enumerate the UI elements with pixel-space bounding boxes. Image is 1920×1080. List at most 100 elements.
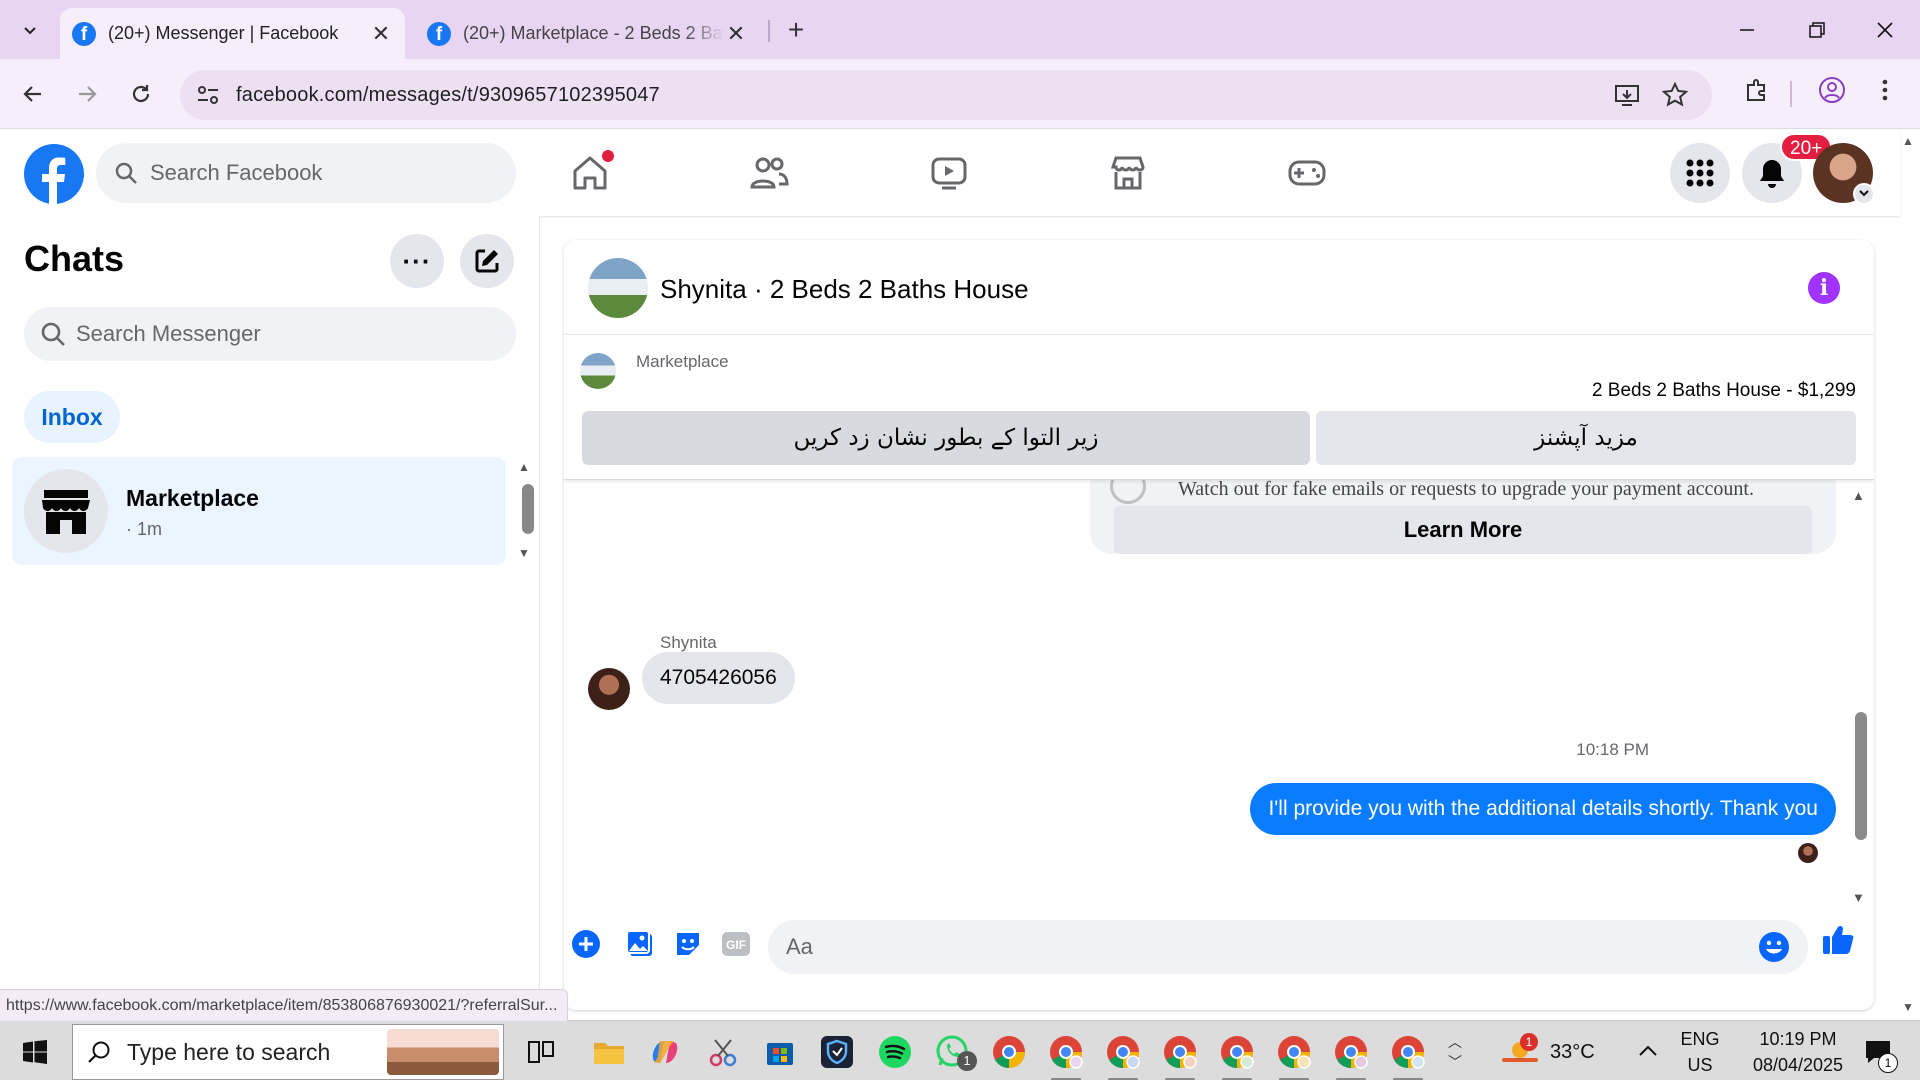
- copilot-icon[interactable]: [642, 1029, 688, 1075]
- search-highlight-image: [387, 1029, 499, 1075]
- chrome-profile-icon[interactable]: [1100, 1029, 1146, 1080]
- page-scroll-up-arrow-icon[interactable]: ▲: [1902, 134, 1914, 148]
- more-options-button[interactable]: مزید آپشنز: [1316, 411, 1856, 465]
- install-app-icon[interactable]: [1612, 80, 1642, 110]
- chrome-profile-icon[interactable]: [1214, 1029, 1260, 1080]
- taskbar-overflow-arrows[interactable]: ︿ ﹀: [1442, 1027, 1468, 1077]
- friends-icon[interactable]: [744, 148, 794, 198]
- task-view-icon[interactable]: [518, 1029, 564, 1075]
- chrome-icon[interactable]: [986, 1029, 1032, 1075]
- marketplace-label: Marketplace: [636, 352, 729, 371]
- message-input-placeholder: Aa: [786, 934, 813, 959]
- scroll-up-arrow-icon[interactable]: ▲: [1852, 488, 1865, 503]
- learn-more-button[interactable]: Learn More: [1114, 506, 1812, 554]
- chevron-down-icon[interactable]: [1853, 183, 1875, 205]
- mark-pending-button[interactable]: زیر التوا کے بطور نشان زد کریں: [582, 411, 1310, 465]
- minimize-icon[interactable]: [1724, 8, 1770, 52]
- info-icon[interactable]: i: [1808, 272, 1840, 304]
- close-window-icon[interactable]: [1862, 8, 1908, 52]
- show-hidden-icons-chevron-icon[interactable]: [1634, 1037, 1662, 1065]
- new-tab-plus-icon[interactable]: +: [780, 12, 812, 48]
- address-bar[interactable]: facebook.com/messages/t/9309657102395047: [180, 70, 1712, 120]
- reload-icon[interactable]: [120, 73, 162, 115]
- listing-thumbnail[interactable]: [580, 353, 616, 389]
- plus-circle-icon[interactable]: [568, 926, 604, 962]
- chrome-profile-icon[interactable]: [1385, 1029, 1431, 1080]
- scroll-up-arrow-icon[interactable]: ▲: [518, 460, 530, 474]
- chrome-profile-icon[interactable]: [1157, 1029, 1203, 1080]
- emoji-icon[interactable]: [1758, 931, 1790, 963]
- tab-search-chevron-icon[interactable]: [10, 12, 50, 48]
- windows-start-icon[interactable]: [14, 1033, 56, 1071]
- chrome-profile-icon[interactable]: [1328, 1029, 1374, 1080]
- forward-arrow-icon[interactable]: [66, 73, 108, 115]
- shield-icon: [1110, 480, 1146, 504]
- gif-icon[interactable]: GIF: [718, 926, 754, 962]
- message-thread: Watch out for fake emails or requests to…: [564, 480, 1874, 910]
- profile-icon[interactable]: [1815, 73, 1849, 107]
- new-message-icon[interactable]: [460, 234, 514, 288]
- page-scroll-down-arrow-icon[interactable]: ▼: [1902, 1000, 1914, 1014]
- chats-sidebar: Chats ··· Search Messenger Inbox Marketp…: [0, 216, 540, 1020]
- facebook-search-input[interactable]: Search Facebook: [96, 143, 516, 203]
- site-info-icon[interactable]: [192, 80, 224, 110]
- close-tab-icon[interactable]: ✕: [369, 21, 393, 46]
- bookmark-star-icon[interactable]: [1660, 80, 1690, 110]
- scroll-down-arrow-icon[interactable]: ▼: [518, 546, 530, 560]
- back-arrow-icon[interactable]: [12, 73, 54, 115]
- conversation-title[interactable]: Shynita · 2 Beds 2 Baths House: [660, 274, 1029, 305]
- language-indicator[interactable]: ENG US: [1680, 1026, 1720, 1078]
- url-text[interactable]: facebook.com/messages/t/9309657102395047: [236, 70, 660, 120]
- photo-icon[interactable]: [622, 926, 658, 962]
- taskbar-clock[interactable]: 10:19 PM 08/04/2025: [1738, 1026, 1858, 1078]
- clock-time: 10:19 PM: [1759, 1029, 1837, 1049]
- browser-tab-strip: f (20+) Messenger | Facebook ✕ f (20+) M…: [0, 0, 1920, 59]
- weather-temperature[interactable]: 33°C: [1550, 1039, 1595, 1065]
- microsoft-store-icon[interactable]: [757, 1029, 803, 1075]
- browser-menu-icon[interactable]: [1868, 73, 1902, 107]
- more-options-icon[interactable]: ···: [390, 234, 444, 288]
- restore-icon[interactable]: [1794, 8, 1840, 52]
- tab-inbox[interactable]: Inbox: [24, 391, 120, 443]
- toolbar-divider: [1790, 81, 1792, 107]
- menu-grid-button[interactable]: [1670, 143, 1730, 203]
- search-icon: [41, 322, 65, 346]
- facebook-logo[interactable]: [24, 144, 84, 204]
- scroll-down-arrow-icon[interactable]: ▼: [1852, 890, 1865, 905]
- thumbs-up-icon[interactable]: [1820, 921, 1856, 957]
- spotify-icon[interactable]: [872, 1029, 918, 1075]
- tab-title: (20+) Messenger | Facebook: [108, 23, 339, 43]
- messenger-search-input[interactable]: Search Messenger: [24, 307, 516, 361]
- sent-message-bubble[interactable]: I'll provide you with the additional det…: [1250, 783, 1836, 835]
- language-code: ENG: [1680, 1029, 1720, 1049]
- tab-marketplace[interactable]: f (20+) Marketplace - 2 Beds 2 Baths Hou…: [415, 8, 760, 59]
- message-input[interactable]: Aa: [768, 920, 1808, 974]
- message-composer: GIF Aa: [564, 910, 1874, 1010]
- tab-messenger[interactable]: f (20+) Messenger | Facebook ✕: [60, 8, 405, 59]
- thread-scrollbar-thumb[interactable]: [1855, 712, 1867, 840]
- close-tab-icon[interactable]: ✕: [724, 21, 748, 46]
- sticker-icon[interactable]: [670, 926, 706, 962]
- search-icon: [88, 1041, 110, 1063]
- listing-photo[interactable]: [588, 258, 648, 318]
- listing-title-price[interactable]: 2 Beds 2 Baths House - $1,299: [1592, 380, 1856, 402]
- video-icon[interactable]: [924, 148, 974, 198]
- chrome-profile-icon[interactable]: [1271, 1029, 1317, 1080]
- file-explorer-icon[interactable]: [586, 1029, 632, 1075]
- taskbar-search-box[interactable]: Type here to search: [72, 1024, 504, 1080]
- chevron-down-icon[interactable]: ﹀: [1448, 1052, 1462, 1072]
- region-code: US: [1687, 1055, 1713, 1075]
- sender-avatar[interactable]: [588, 668, 630, 710]
- marketplace-icon[interactable]: [1103, 148, 1153, 198]
- chrome-profile-icon[interactable]: [1043, 1029, 1089, 1080]
- vpn-shield-app-icon[interactable]: [814, 1029, 860, 1075]
- chats-title: Chats: [24, 238, 125, 279]
- taskbar-search-placeholder: Type here to search: [127, 1038, 331, 1065]
- chevron-up-icon[interactable]: ︿: [1448, 1032, 1462, 1052]
- chats-scrollbar-thumb[interactable]: [522, 484, 534, 534]
- gaming-icon[interactable]: [1282, 148, 1332, 198]
- conversation-list-item[interactable]: Marketplace · 1m: [12, 457, 506, 565]
- extensions-puzzle-icon[interactable]: [1740, 73, 1774, 107]
- snipping-tool-icon[interactable]: [700, 1029, 746, 1075]
- received-message-bubble[interactable]: 4705426056: [642, 652, 795, 704]
